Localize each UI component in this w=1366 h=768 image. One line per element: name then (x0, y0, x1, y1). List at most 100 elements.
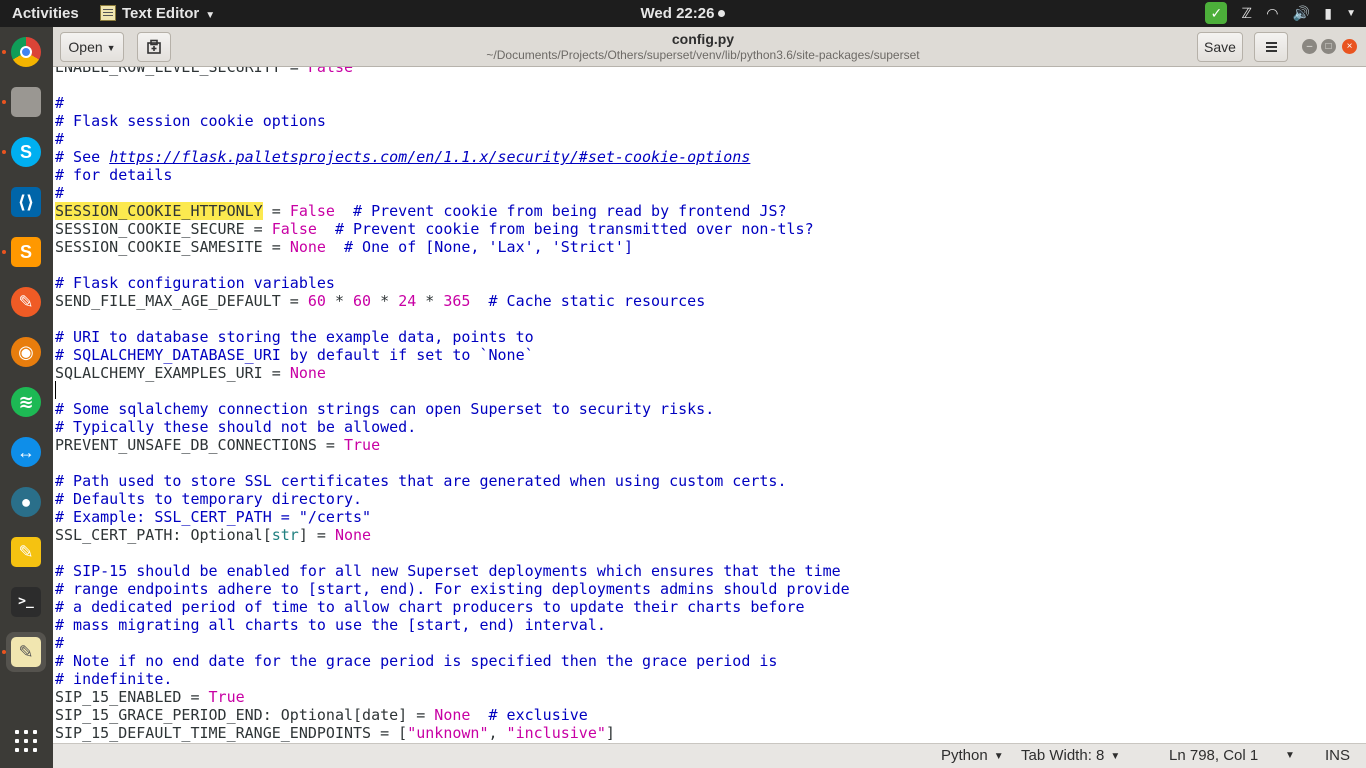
text-editor-area[interactable]: ENABLE_ROW_LEVEL_SECURITY = False # # Flas… (53, 67, 1366, 743)
dock-sublime-text[interactable]: S (2, 232, 46, 272)
code-line: # mass migrating all charts to use the [… (55, 616, 606, 634)
skype-icon: S (11, 137, 41, 167)
code-line: # (55, 184, 65, 202)
code-line: SQLALCHEMY_EXAMPLES_URI = None (55, 364, 326, 382)
code-line: SIP_15_GRACE_PERIOD_END: Optional[date] … (55, 706, 588, 724)
new-document-icon (147, 39, 161, 54)
language-label: Python (941, 747, 988, 764)
minimize-icon[interactable]: – (1302, 39, 1317, 54)
system-tray[interactable]: ✓ ℤ ◠ 🔊 ▮ ▼ (1195, 0, 1356, 27)
code-line: # indefinite. (55, 670, 173, 688)
open-button-label: Open (68, 39, 103, 55)
code-line: # Defaults to temporary directory. (55, 490, 363, 508)
document-title: config.py (671, 31, 735, 47)
running-indicator (2, 100, 6, 104)
text-cursor (55, 381, 56, 399)
dock-blender[interactable]: ◉ (6, 332, 46, 372)
dock-notes[interactable]: ✎ (6, 532, 46, 572)
update-check-icon[interactable]: ✓ (1205, 2, 1228, 24)
code-line: # Typically these should not be allowed. (55, 418, 417, 436)
caret-down-icon: ▼ (106, 43, 116, 53)
dock-file-manager[interactable] (2, 82, 46, 122)
document-path: ~/Documents/Projects/Others/superset/ven… (486, 48, 920, 62)
notification-dot-icon (718, 10, 726, 17)
dock-spotify[interactable]: ≋ (6, 382, 46, 422)
code-line: SESSION_COOKIE_SECURE = False # Prevent … (55, 220, 814, 238)
caret-down-icon: ▼ (993, 751, 1004, 762)
code-line: # See https://flask.palletsprojects.com/… (55, 148, 751, 166)
code-line: # for details (55, 166, 173, 184)
clock-label: Wed 22:26 (640, 5, 715, 22)
caret-down-icon: ▼ (205, 10, 216, 21)
code-line: SESSION_COOKIE_HTTPONLY = False # Preven… (55, 202, 787, 220)
code-line: # Path used to store SSL certificates th… (55, 472, 787, 490)
dock-postman[interactable]: ✎ (6, 282, 46, 322)
open-button[interactable]: Open ▼ (60, 32, 124, 62)
code-line: SEND_FILE_MAX_AGE_DEFAULT = 60 * 60 * 24… (55, 292, 706, 310)
tab-width-label: Tab Width: 8 (1021, 747, 1105, 764)
code-line: # a dedicated period of time to allow ch… (55, 598, 805, 616)
code-line: ENABLE_ROW_LEVEL_SECURITY = False (55, 67, 354, 76)
title-area: config.py ~/Documents/Projects/Others/su… (453, 31, 953, 62)
caret-down-icon[interactable]: ▼ (1285, 744, 1295, 768)
sublime-text-icon: S (11, 237, 41, 267)
code-line: # Example: SSL_CERT_PATH = "/certs" (55, 508, 372, 526)
running-indicator (2, 150, 6, 154)
top-panel: Activities Text Editor ▼ Wed 22:26 ✓ ℤ ◠ … (0, 0, 1366, 27)
app-menu[interactable]: Text Editor ▼ (100, 0, 215, 27)
caret-down-icon[interactable]: ▼ (1346, 0, 1356, 27)
running-indicator (2, 250, 6, 254)
code-line: # (55, 634, 65, 652)
maximize-icon[interactable]: □ (1321, 39, 1336, 54)
dock-vscode[interactable]: ⟨⟩ (6, 182, 46, 222)
vscode-icon: ⟨⟩ (11, 187, 41, 217)
activities-button[interactable]: Activities (12, 0, 79, 27)
terminal-icon: >_ (11, 587, 41, 617)
code-line: SESSION_COOKIE_SAMESITE = None # One of … (55, 238, 633, 256)
code-line: # Flask configuration variables (55, 274, 335, 292)
code-line: # range endpoints adhere to [start, end)… (55, 580, 850, 598)
camera-icon: ● (11, 487, 41, 517)
text-editor-icon: ✎ (11, 637, 41, 667)
file-manager-icon (11, 87, 41, 117)
blender-icon: ◉ (11, 337, 41, 367)
app-menu-label: Text Editor (122, 5, 200, 22)
zulip-icon[interactable]: ℤ (1242, 0, 1252, 27)
spotify-icon: ≋ (11, 387, 41, 417)
dock-teamviewer[interactable]: ↔ (6, 432, 46, 472)
insert-mode-indicator: INS (1325, 747, 1351, 764)
show-applications-icon[interactable] (15, 730, 39, 754)
teamviewer-icon: ↔ (11, 437, 41, 467)
code-line: # Some sqlalchemy connection strings can… (55, 400, 715, 418)
dock-camera[interactable]: ● (6, 482, 46, 522)
text-editor-icon (100, 5, 116, 21)
dock-text-editor[interactable]: ✎ (2, 632, 46, 672)
launcher-dock: S ⟨⟩ S ✎ ◉ ≋ ↔ ● ✎ >_ ✎ (0, 27, 53, 768)
battery-icon[interactable]: ▮ (1324, 0, 1332, 27)
code-line: # SQLALCHEMY_DATABASE_URI by default if … (55, 346, 534, 364)
code-line: SIP_15_DEFAULT_TIME_RANGE_ENDPOINTS = ["… (55, 724, 615, 742)
code-line: # (55, 130, 65, 148)
menu-icon (1266, 42, 1277, 44)
volume-icon[interactable]: 🔊 (1293, 0, 1310, 27)
new-document-button[interactable] (137, 32, 171, 62)
hamburger-menu-button[interactable] (1254, 32, 1288, 62)
language-selector[interactable]: Python ▼ (941, 744, 1004, 768)
close-icon[interactable]: × (1342, 39, 1357, 54)
code-line: # (55, 94, 65, 112)
save-button[interactable]: Save (1197, 32, 1243, 62)
cursor-position[interactable]: Ln 798, Col 1 (1169, 744, 1258, 768)
dock-terminal[interactable]: >_ (6, 582, 46, 622)
postman-icon: ✎ (11, 287, 41, 317)
notes-icon: ✎ (11, 537, 41, 567)
dock-skype[interactable]: S (2, 132, 46, 172)
running-indicator (2, 650, 6, 654)
code-line: # URI to database storing the example da… (55, 328, 534, 346)
dock-chrome[interactable] (2, 32, 46, 72)
tab-width-selector[interactable]: Tab Width: 8 ▼ (1021, 744, 1120, 768)
code-line: # SIP-15 should be enabled for all new S… (55, 562, 841, 580)
running-indicator (2, 50, 6, 54)
wifi-icon[interactable]: ◠ (1266, 0, 1278, 27)
status-bar: Python ▼ Tab Width: 8 ▼ Ln 798, Col 1 ▼ IN… (53, 743, 1366, 768)
code-line: PREVENT_UNSAFE_DB_CONNECTIONS = True (55, 436, 381, 454)
